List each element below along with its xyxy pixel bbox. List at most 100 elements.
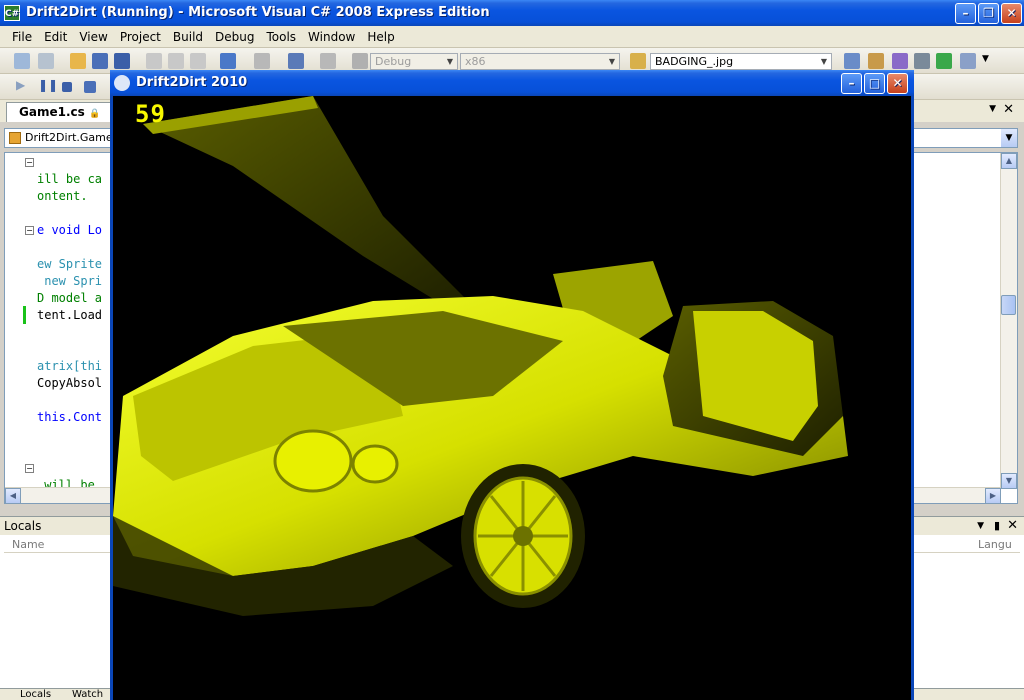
code-line: ill be ca (37, 172, 103, 186)
open-file-icon[interactable] (70, 53, 86, 69)
fold-toggle-icon[interactable]: − (25, 464, 34, 473)
trunk-lid (143, 96, 468, 311)
menu-view[interactable]: View (73, 30, 113, 44)
editor-gutter (5, 153, 35, 489)
tail-light-right (351, 444, 399, 484)
solution-explorer-icon[interactable] (844, 53, 860, 69)
tab-watch[interactable]: Watch (72, 689, 103, 700)
tab-game1-cs[interactable]: Game1.cs 🔒 (6, 102, 114, 122)
more-windows-icon[interactable] (960, 53, 976, 69)
close-document-icon[interactable]: ✕ (1003, 102, 1014, 117)
save-all-icon[interactable] (114, 53, 130, 69)
code-line: ontent. (37, 189, 88, 203)
save-icon[interactable] (92, 53, 108, 69)
menu-project[interactable]: Project (114, 30, 167, 44)
restart-icon[interactable] (84, 81, 96, 93)
paste-icon[interactable] (190, 53, 206, 69)
changed-line-marker (23, 306, 26, 324)
panel-dropdown-icon[interactable]: ▼ (977, 517, 984, 535)
menu-window[interactable]: Window (302, 30, 361, 44)
platform-value: x86 (465, 55, 486, 68)
pin-icon[interactable]: ▮ (994, 517, 1000, 535)
nav-type-value: Drift2Dirt.Game1 (25, 131, 120, 144)
find-in-files-icon[interactable] (630, 53, 646, 69)
menu-tools[interactable]: Tools (260, 30, 302, 44)
wheel-hub (513, 526, 533, 546)
menu-debug[interactable]: Debug (209, 30, 260, 44)
code-line: CopyAbsol (37, 376, 103, 390)
start-page-icon[interactable] (936, 53, 952, 69)
navigate-backward-icon[interactable] (288, 53, 304, 69)
code-line: new Spri (37, 274, 103, 288)
toolbar-overflow-icon[interactable]: ▼ (982, 54, 989, 64)
csharp-app-icon: C# (4, 5, 20, 21)
new-project-icon[interactable] (14, 53, 30, 69)
code-line: e void Lo (37, 223, 103, 237)
game-maximize-button[interactable]: □ (864, 73, 885, 94)
vertical-scrollbar[interactable]: ▲ ▼ (1000, 153, 1017, 489)
column-name[interactable]: Name (12, 537, 44, 553)
code-line: tent.Load (37, 308, 103, 322)
scroll-up-icon[interactable]: ▲ (1001, 153, 1017, 169)
add-item-icon[interactable] (38, 53, 54, 69)
game-title: Drift2Dirt 2010 (136, 75, 248, 90)
fold-toggle-icon[interactable]: − (25, 226, 34, 235)
scroll-right-icon[interactable]: ▶ (985, 488, 1001, 504)
start-debug-icon[interactable] (352, 53, 368, 69)
ide-title: Drift2Dirt (Running) - Microsoft Visual … (26, 5, 490, 20)
close-panel-icon[interactable]: ✕ (1007, 517, 1018, 535)
column-language[interactable]: Langu (978, 537, 1012, 553)
menu-bar: File Edit View Project Build Debug Tools… (0, 26, 1024, 48)
game-controller-icon (114, 75, 130, 91)
code-line: atrix[thi (37, 359, 103, 373)
menu-file[interactable]: File (6, 30, 38, 44)
lock-icon: 🔒 (88, 109, 101, 119)
class-icon (9, 132, 21, 144)
tab-label: Game1.cs (19, 105, 85, 119)
chevron-down-icon: ▼ (608, 57, 616, 66)
chevron-down-icon: ▼ (446, 57, 454, 66)
chevron-down-icon: ▼ (820, 57, 828, 66)
game-close-button[interactable]: ✕ (887, 73, 908, 94)
scroll-left-icon[interactable]: ◀ (5, 488, 21, 504)
locals-title: Locals (4, 519, 42, 533)
code-line: D model a (37, 291, 103, 305)
object-browser-icon[interactable] (892, 53, 908, 69)
break-all-icon[interactable]: ❚❚ (38, 78, 58, 92)
code-line: this.Cont (37, 410, 103, 424)
redo-icon[interactable] (254, 53, 270, 69)
minimize-button[interactable]: – (955, 3, 976, 24)
find-combo[interactable]: BADGING_.jpg ▼ (650, 53, 832, 70)
scrollbar-thumb[interactable] (1001, 295, 1016, 315)
game-window: Drift2Dirt 2010 – □ ✕ 59 (110, 70, 914, 700)
menu-help[interactable]: Help (361, 30, 400, 44)
solution-config-combo[interactable]: Debug ▼ (370, 53, 458, 70)
platform-combo[interactable]: x86 ▼ (460, 53, 620, 70)
close-button[interactable]: ✕ (1001, 3, 1022, 24)
game-title-bar[interactable]: Drift2Dirt 2010 – □ ✕ (110, 70, 914, 96)
continue-icon[interactable]: ▶ (16, 78, 25, 92)
fold-toggle-icon[interactable]: − (25, 158, 34, 167)
tail-light-left (273, 429, 353, 493)
solution-config-value: Debug (375, 55, 412, 68)
car-render (113, 96, 848, 616)
navigate-forward-icon[interactable] (320, 53, 336, 69)
code-line: ew Sprite (37, 257, 103, 271)
menu-build[interactable]: Build (167, 30, 209, 44)
find-combo-value: BADGING_.jpg (655, 55, 734, 68)
copy-icon[interactable] (168, 53, 184, 69)
game-viewport[interactable]: 59 (113, 96, 911, 700)
chevron-down-icon: ▼ (1001, 129, 1017, 147)
tab-locals[interactable]: Locals (20, 689, 51, 700)
scroll-down-icon[interactable]: ▼ (1001, 473, 1017, 489)
undo-icon[interactable] (220, 53, 236, 69)
menu-edit[interactable]: Edit (38, 30, 73, 44)
stop-debugging-icon[interactable] (62, 82, 72, 92)
pin-dropdown-icon[interactable]: ▼ (989, 104, 996, 114)
cut-icon[interactable] (146, 53, 162, 69)
ide-title-bar: C# Drift2Dirt (Running) - Microsoft Visu… (0, 0, 1024, 26)
restore-button[interactable]: ❐ (978, 3, 999, 24)
toolbox-icon[interactable] (914, 53, 930, 69)
game-minimize-button[interactable]: – (841, 73, 862, 94)
properties-icon[interactable] (868, 53, 884, 69)
